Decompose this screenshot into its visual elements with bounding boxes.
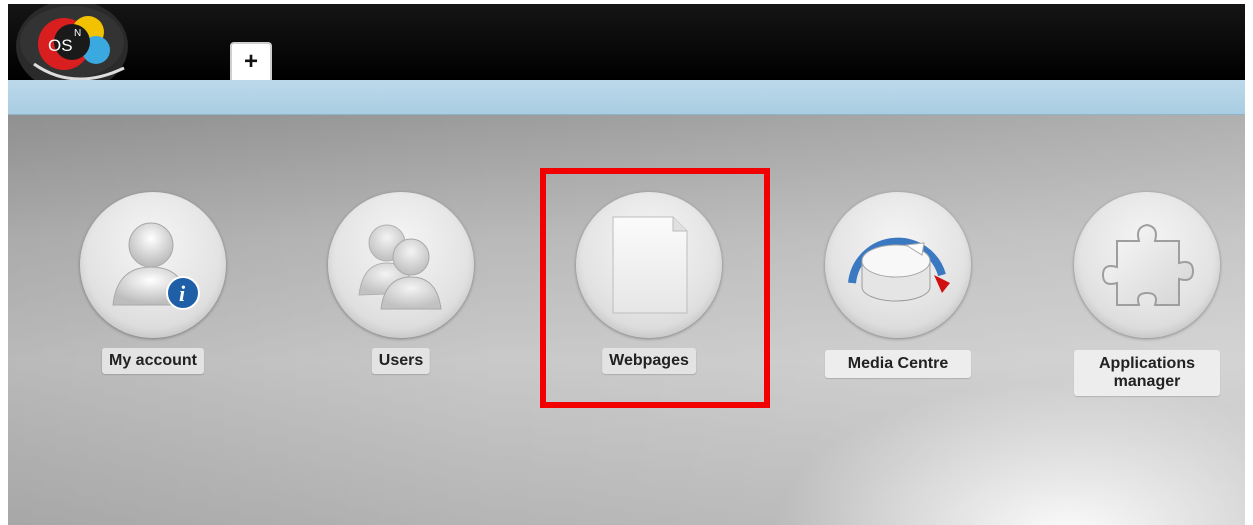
logo-text: OS xyxy=(48,36,73,55)
app-icon-circle: i xyxy=(80,192,226,338)
app-applications-manager[interactable]: Applications manager xyxy=(1074,192,1220,412)
app-icon-circle xyxy=(825,192,971,338)
add-tab-button[interactable]: + xyxy=(230,42,272,80)
plus-icon: + xyxy=(243,48,258,75)
logo-superscript: N xyxy=(74,28,81,39)
app-icon-circle xyxy=(1074,192,1220,338)
app-my-account[interactable]: i My account xyxy=(80,192,226,412)
puzzle-icon xyxy=(1101,223,1195,306)
app-label-applications-manager: Applications manager xyxy=(1074,350,1220,396)
app-label-my-account: My account xyxy=(101,348,205,374)
selection-highlight xyxy=(540,168,770,408)
media-knob-icon xyxy=(848,237,950,302)
users-icon xyxy=(358,224,442,310)
app-media-centre[interactable]: Media Centre xyxy=(825,192,971,412)
app-label-media-centre: Media Centre xyxy=(825,350,971,378)
svg-text:i: i xyxy=(179,281,186,306)
app-label-users: Users xyxy=(371,348,431,374)
tab-bar-strip xyxy=(8,80,1245,115)
app-users[interactable]: Users xyxy=(328,192,474,412)
top-bar xyxy=(8,4,1245,80)
user-info-icon: i xyxy=(112,222,200,310)
app-icon-circle xyxy=(328,192,474,338)
app-frame: OS N + i My account Users Webpages Media… xyxy=(8,4,1245,525)
